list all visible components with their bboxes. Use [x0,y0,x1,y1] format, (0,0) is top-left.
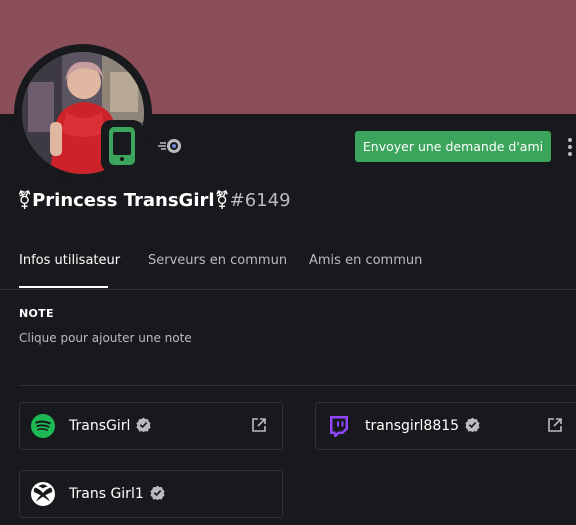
external-link-icon[interactable] [547,417,563,433]
tab-mutual-friends[interactable]: Amis en commun [309,253,422,268]
send-friend-request-button[interactable]: Envoyer une demande d'ami [355,131,551,162]
connection-name: Trans Girl1 [69,486,144,502]
connection-spotify: TransGirl [19,402,283,450]
connection-twitch: transgirl8815 [315,402,576,450]
connection-name: transgirl8815 [365,418,460,434]
verified-icon [136,417,151,432]
more-options-icon[interactable] [566,136,574,158]
tab-mutual-servers[interactable]: Serveurs en commun [148,253,287,268]
nitro-badge-icon[interactable] [158,136,186,156]
note-input[interactable]: Clique pour ajouter une note [19,331,192,345]
twitch-icon [330,416,348,437]
display-name: ⚧Princess TransGirl⚧ [17,190,230,211]
external-link-icon[interactable] [251,417,267,433]
mobile-online-status-icon [101,120,143,172]
discriminator: #6149 [229,190,291,211]
tab-user-info[interactable]: Infos utilisateur [19,253,120,268]
verified-icon [465,417,480,432]
xbox-icon [31,482,55,506]
connection-name: TransGirl [69,418,131,434]
divider [19,385,576,386]
divider [0,289,576,290]
note-heading: NOTE [19,307,54,320]
connection-xbox: Trans Girl1 [19,470,283,518]
username: ⚧Princess TransGirl⚧#6149 [17,190,291,211]
active-tab-indicator [19,286,108,288]
verified-icon [150,485,165,500]
spotify-icon [31,414,55,438]
